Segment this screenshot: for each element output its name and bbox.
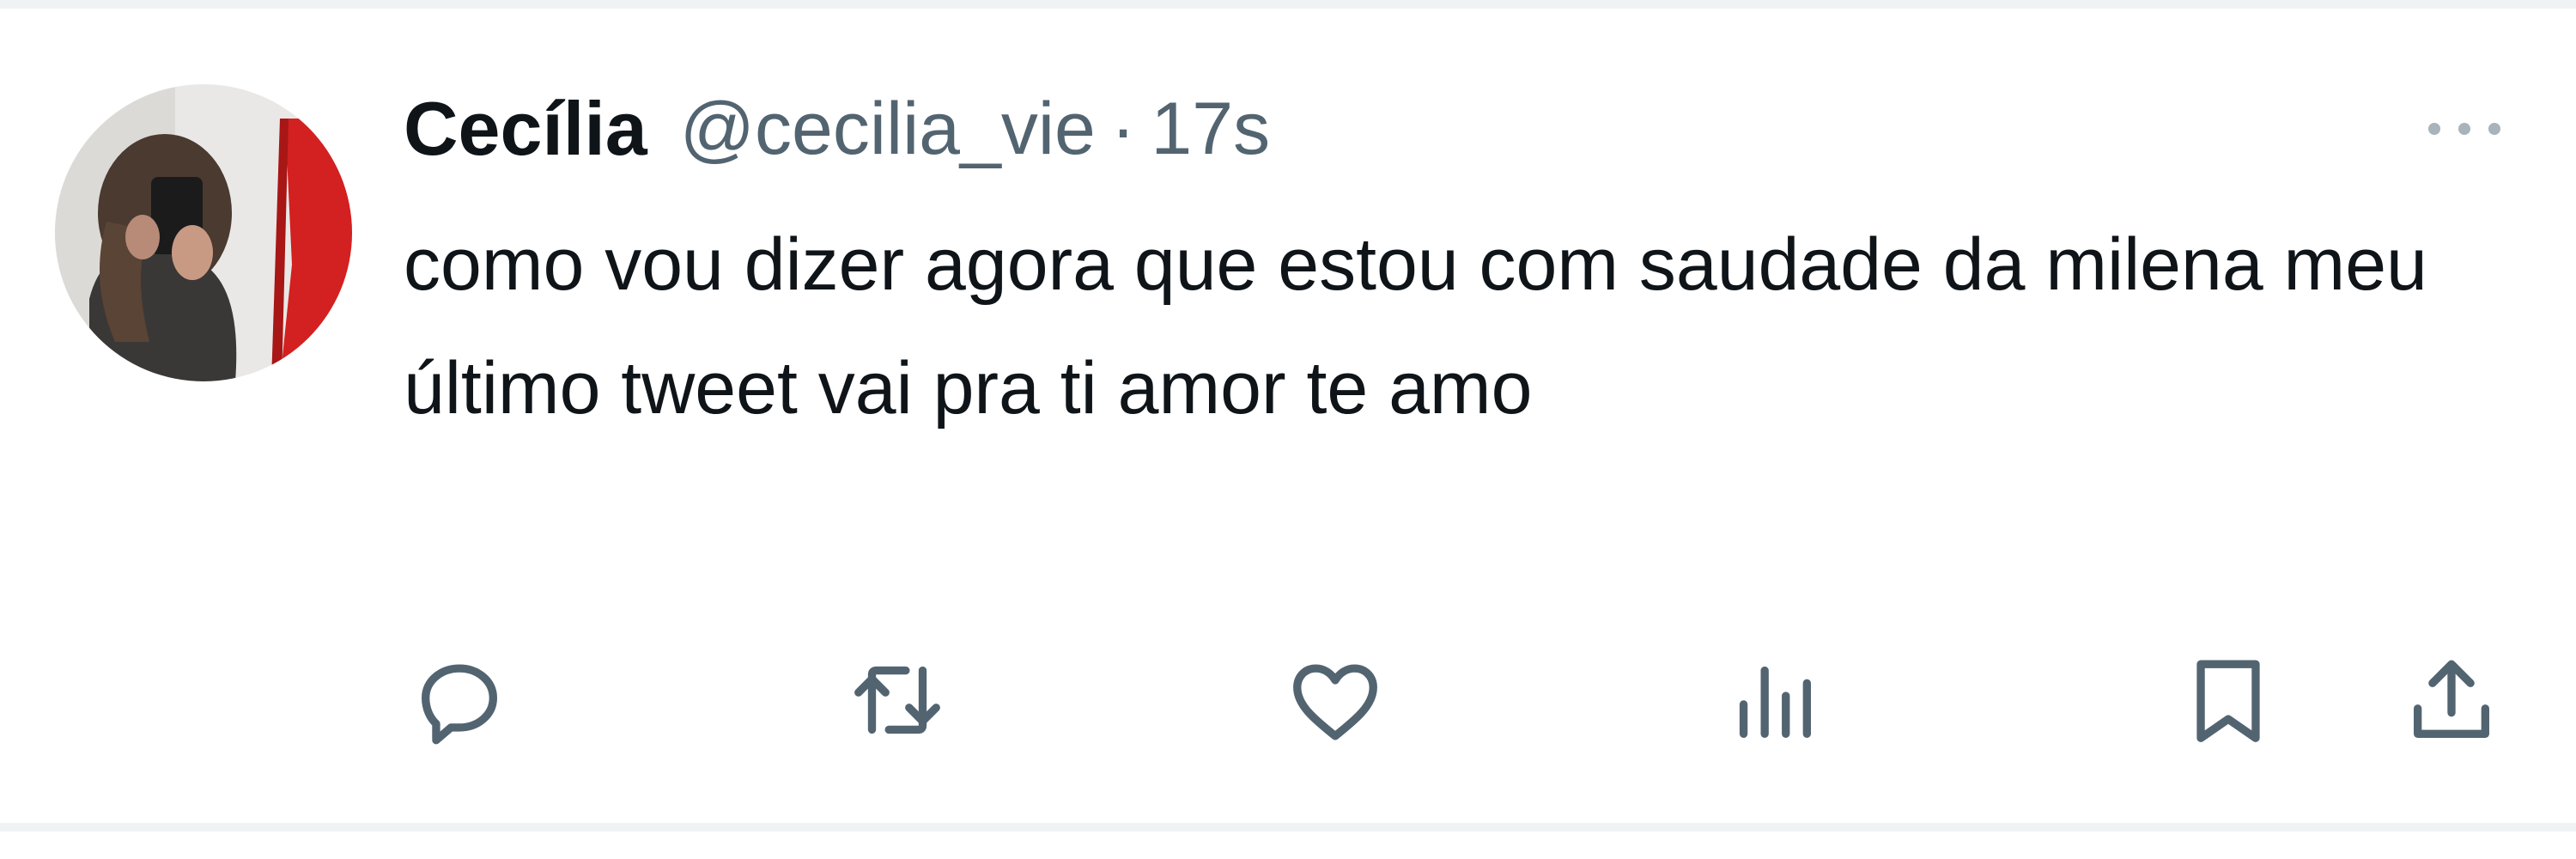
author-name[interactable]: Cecília (404, 85, 647, 173)
bookmark-button[interactable] (2172, 644, 2284, 756)
retweet-icon (854, 666, 940, 734)
bookmark-icon (2196, 660, 2260, 742)
like-button[interactable] (1279, 644, 1391, 756)
retweet-button[interactable] (841, 644, 953, 756)
tweet-header: Cecília @cecilia_vie · 17s (404, 85, 1270, 173)
more-options-button[interactable] (2413, 103, 2516, 155)
header-separator: · (1110, 87, 1136, 170)
avatar-image (55, 84, 352, 381)
share-button[interactable] (2396, 644, 2507, 756)
tweet-timestamp[interactable]: 17s (1151, 87, 1270, 172)
top-divider (0, 0, 2576, 9)
share-icon (2413, 660, 2490, 739)
tweet-text: como vou dizer agora que estou com sauda… (404, 223, 2427, 430)
reply-icon (421, 664, 498, 745)
avatar[interactable] (55, 84, 352, 381)
like-icon (1293, 664, 1377, 740)
reply-button[interactable] (404, 644, 515, 756)
tweet-actions (404, 644, 2516, 756)
more-icon (2428, 123, 2500, 135)
views-button[interactable] (1717, 644, 1829, 756)
author-handle[interactable]: @cecilia_vie (680, 87, 1096, 172)
views-icon (1739, 666, 1812, 739)
bottom-divider (0, 823, 2576, 832)
tweet-card[interactable]: Cecília @cecilia_vie · 17s como vou dize… (0, 9, 2576, 823)
